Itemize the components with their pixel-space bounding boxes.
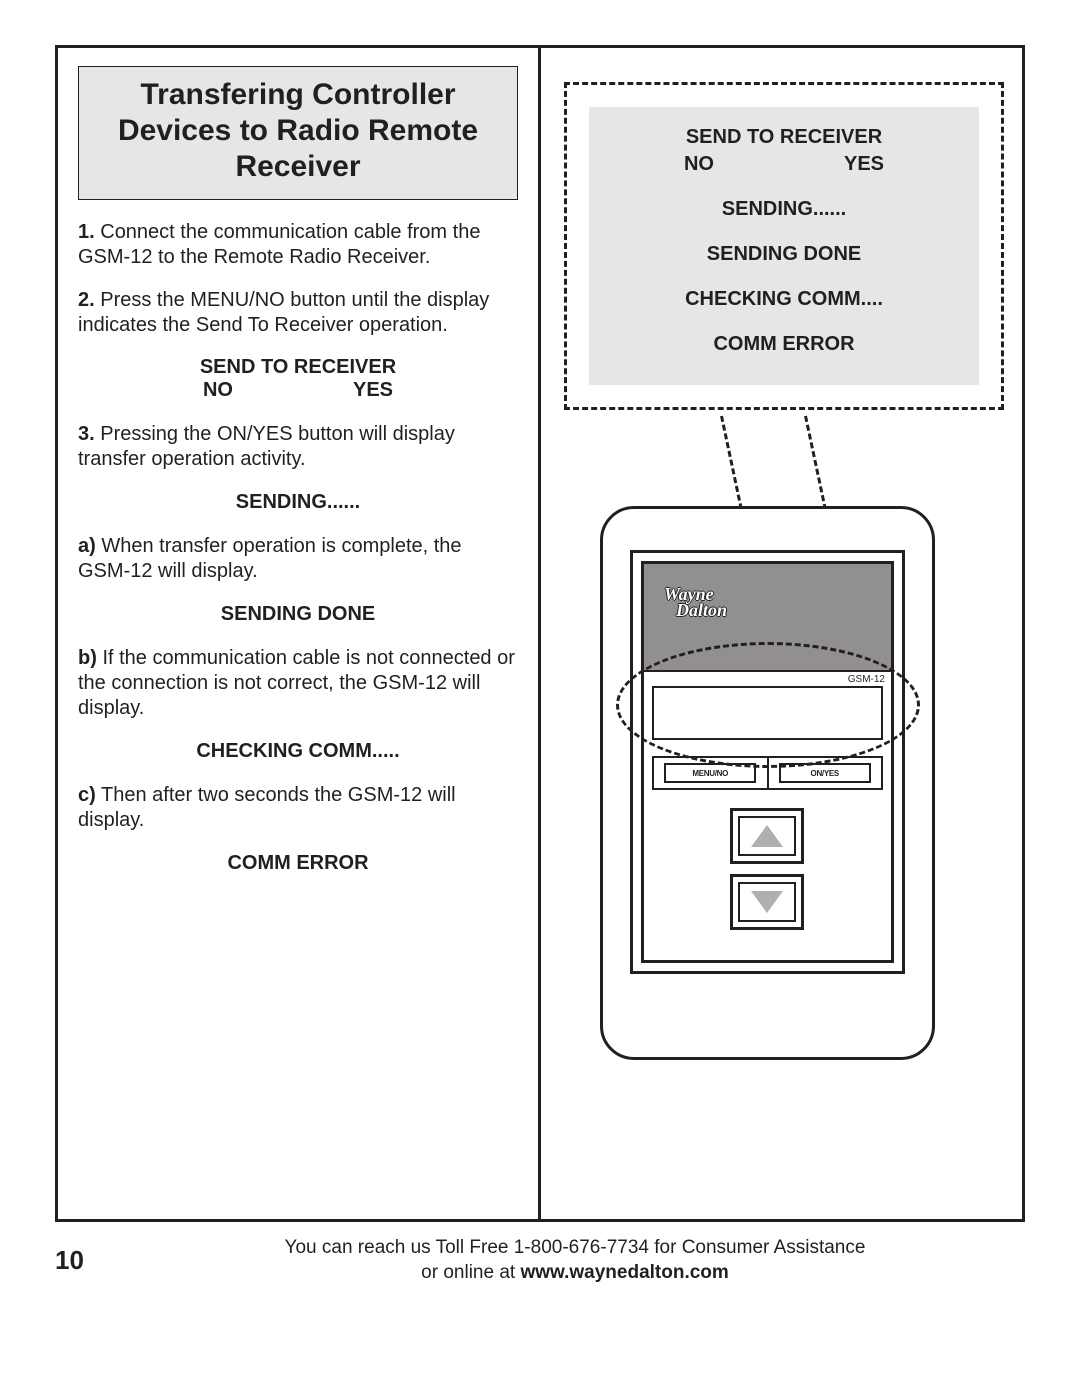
display-sending-done: SENDING DONE	[78, 602, 518, 626]
device-logo-line2: Dalton	[676, 602, 727, 618]
display-no-yes: NO YES	[78, 379, 518, 402]
step-b: b) If the communication cable is not con…	[78, 646, 518, 721]
callout-no: NO	[684, 153, 714, 175]
device-header-area: Wayne Dalton	[644, 564, 891, 672]
footer-text: You can reach us Toll Free 1-800-676-773…	[125, 1236, 1025, 1285]
instructions: 1. Connect the communication cable from …	[78, 220, 518, 875]
section-title-box: Transfering Controller Devices to Radio …	[78, 66, 518, 200]
step-a: a) When transfer operation is complete, …	[78, 534, 518, 584]
footer-url: www.waynedalton.com	[520, 1262, 728, 1283]
page-number: 10	[55, 1245, 125, 1276]
callout-no-yes: NO YES	[599, 153, 969, 176]
step-3: 3. Pressing the ON/YES button will displ…	[78, 422, 518, 472]
step-a-text: When transfer operation is complete, the…	[78, 535, 462, 582]
on-yes-button[interactable]: ON/YES	[779, 763, 871, 783]
step-b-number: b)	[78, 647, 97, 669]
display-no: NO	[203, 379, 233, 401]
device-btn-menu-wrap: MENU/NO	[654, 758, 769, 788]
step-a-number: a)	[78, 535, 96, 557]
footer-line2-pre: or online at	[421, 1262, 520, 1283]
arrow-down-inner	[738, 882, 796, 922]
step-b-text: If the communication cable is not connec…	[78, 647, 515, 719]
device-lcd-screen	[652, 686, 883, 740]
left-column: Transfering Controller Devices to Radio …	[58, 48, 541, 1219]
callout-checking-comm: CHECKING COMM....	[599, 288, 969, 311]
step-2: 2. Press the MENU/NO button until the di…	[78, 288, 518, 338]
arrow-up-inner	[738, 816, 796, 856]
page-footer: 10 You can reach us Toll Free 1-800-676-…	[55, 1236, 1025, 1285]
arrow-down-button[interactable]	[730, 874, 804, 930]
step-1-number: 1.	[78, 221, 95, 243]
display-yes: YES	[353, 379, 393, 401]
page-frame: Transfering Controller Devices to Radio …	[55, 45, 1025, 1222]
right-column: SEND TO RECEIVER NO YES SENDING...... SEN…	[544, 48, 1025, 1219]
display-checking-comm: CHECKING COMM.....	[78, 739, 518, 763]
callout-yes: YES	[844, 153, 884, 175]
callout-sending-done: SENDING DONE	[599, 243, 969, 266]
callout-panel: SEND TO RECEIVER NO YES SENDING...... SEN…	[589, 107, 979, 385]
callout-wrap: SEND TO RECEIVER NO YES SENDING...... SEN…	[564, 82, 1004, 412]
triangle-down-icon	[751, 891, 783, 913]
triangle-up-icon	[751, 825, 783, 847]
device-model-label: GSM-12	[848, 674, 885, 685]
callout-sending: SENDING......	[599, 198, 969, 221]
display-sending: SENDING......	[78, 490, 518, 514]
device-panel-inner: Wayne Dalton GSM-12 MENU/NO ON/YES	[641, 561, 894, 963]
step-c-number: c)	[78, 784, 96, 806]
menu-no-button[interactable]: MENU/NO	[664, 763, 756, 783]
step-2-number: 2.	[78, 289, 95, 311]
step-1: 1. Connect the communication cable from …	[78, 220, 518, 270]
arrow-up-button[interactable]	[730, 808, 804, 864]
section-title: Transfering Controller Devices to Radio …	[85, 77, 511, 185]
display-send-header: SEND TO RECEIVER	[78, 356, 518, 379]
step-1-text: Connect the communication cable from the…	[78, 221, 480, 268]
callout-comm-error: COMM ERROR	[599, 333, 969, 356]
step-c-text: Then after two seconds the GSM-12 will d…	[78, 784, 456, 831]
display-send-to-receiver: SEND TO RECEIVER NO YES	[78, 356, 518, 402]
device-panel: Wayne Dalton GSM-12 MENU/NO ON/YES	[630, 550, 905, 974]
step-3-text: Pressing the ON/YES button will display …	[78, 423, 455, 470]
device-illustration: Wayne Dalton GSM-12 MENU/NO ON/YES	[600, 506, 935, 1060]
footer-line1: You can reach us Toll Free 1-800-676-773…	[285, 1237, 866, 1258]
callout-send-header: SEND TO RECEIVER	[599, 125, 969, 149]
display-comm-error: COMM ERROR	[78, 851, 518, 875]
device-btn-on-wrap: ON/YES	[769, 758, 882, 788]
device-button-row: MENU/NO ON/YES	[652, 756, 883, 790]
step-c: c) Then after two seconds the GSM-12 wil…	[78, 783, 518, 833]
callout-dashed-box: SEND TO RECEIVER NO YES SENDING...... SEN…	[564, 82, 1004, 410]
step-3-number: 3.	[78, 423, 95, 445]
device-logo: Wayne Dalton	[664, 586, 727, 618]
step-2-text: Press the MENU/NO button until the displ…	[78, 289, 489, 336]
